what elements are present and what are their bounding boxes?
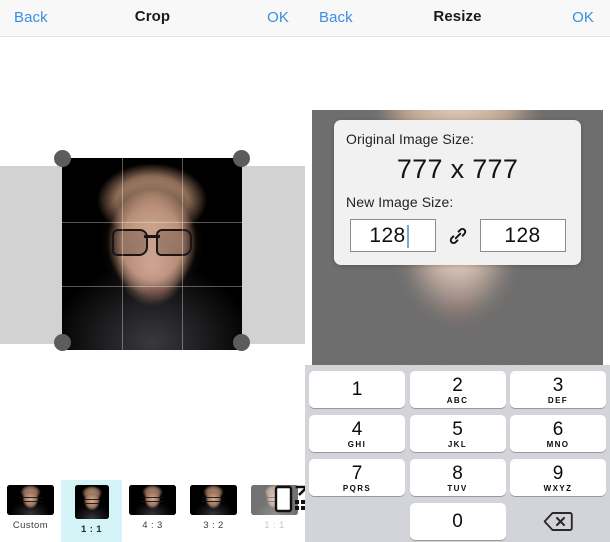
keypad-row: 1 2 ABC 3 DEF <box>309 371 606 408</box>
keypad-key-digit: 6 <box>552 418 564 440</box>
keypad-row: 4 GHI 5 JKL 6 MNO <box>309 415 606 452</box>
keypad-key-digit: 9 <box>552 462 564 484</box>
link-chain-icon[interactable] <box>446 224 470 248</box>
aspect-ratio-label: 3 : 2 <box>203 520 224 531</box>
height-input-value: 128 <box>504 223 541 247</box>
split-view-resize-icon[interactable] <box>274 484 305 514</box>
keypad-delete-key[interactable] <box>510 503 606 540</box>
resize-pane: Back Resize OK Original Image Size: 777 … <box>305 0 610 542</box>
crop-photo <box>62 158 242 350</box>
eyeglasses-graphic <box>112 229 192 257</box>
aspect-ratio-item-1[interactable]: 1 : 1 <box>61 480 122 542</box>
original-size-value: 777 x 777 <box>396 154 519 184</box>
keypad-key-letters: TUV <box>447 483 468 493</box>
aspect-ratio-item-4[interactable]: 1 : 1 <box>244 480 305 542</box>
keypad-key-7[interactable]: 7 PQRS <box>309 459 405 496</box>
thumbnail-photo <box>190 485 237 515</box>
crop-page-title: Crop <box>134 8 171 25</box>
thumbnail-eyeglasses-icon <box>83 498 100 504</box>
width-input[interactable]: 128 <box>349 219 436 252</box>
crop-frame[interactable] <box>62 158 242 350</box>
width-input-value: 128 <box>369 223 406 247</box>
resize-dialog-card: Original Image Size: 777 x 777 New Image… <box>334 120 581 265</box>
resize-page-title: Resize <box>433 8 482 25</box>
thumbnail-photo <box>74 485 109 519</box>
keypad-key-digit: 7 <box>351 462 363 484</box>
crop-handle-bottom-left[interactable] <box>54 334 71 351</box>
aspect-ratio-item-3[interactable]: 3 : 2 <box>183 480 244 542</box>
thumbnail-eyeglasses-icon <box>202 497 225 502</box>
keypad-key-0[interactable]: 0 <box>409 503 506 540</box>
aspect-ratio-item-0[interactable]: Custom <box>0 480 61 542</box>
keypad-key-digit: 0 <box>452 511 463 532</box>
new-size-input-row: 128 128 <box>346 219 569 252</box>
original-size-label: Original Image Size: <box>346 131 475 147</box>
aspect-ratio-label: 4 : 3 <box>142 520 163 531</box>
text-caret <box>407 225 409 248</box>
keypad-key-letters: WXYZ <box>543 483 573 493</box>
aspect-ratio-item-2[interactable]: 4 : 3 <box>122 480 183 542</box>
crop-gridline-vertical-1 <box>121 158 123 350</box>
keypad-key-5[interactable]: 5 JKL <box>409 415 506 452</box>
crop-navbar: Back Crop OK <box>0 0 305 37</box>
thumbnail-photo <box>129 485 176 515</box>
keypad-key-digit: 2 <box>452 374 463 396</box>
aspect-ratio-thumbnail <box>7 485 54 515</box>
aspect-ratio-label: 1 : 1 <box>80 524 102 535</box>
crop-gridline-horizontal-2 <box>62 285 242 287</box>
keypad-key-6[interactable]: 6 MNO <box>510 415 606 452</box>
aspect-ratio-thumbnail <box>190 485 237 515</box>
keypad-key-letters: PQRS <box>342 483 372 493</box>
thumbnail-photo <box>7 485 54 515</box>
aspect-ratio-label: 1 : 1 <box>264 520 285 531</box>
thumbnail-eyeglasses-icon <box>19 497 42 502</box>
new-size-label: New Image Size: <box>346 194 454 210</box>
keypad-key-digit: 5 <box>452 418 463 440</box>
keypad-key-digit: 3 <box>552 374 564 396</box>
keypad-key-8[interactable]: 8 TUV <box>409 459 506 496</box>
crop-gridline-horizontal-1 <box>62 221 242 223</box>
crop-handle-bottom-right[interactable] <box>233 334 250 351</box>
keypad-row: 7 PQRS 8 TUV 9 WXYZ <box>309 459 606 496</box>
resize-ok-button[interactable]: OK <box>572 9 594 26</box>
resize-photo-backdrop: Original Image Size: 777 x 777 New Image… <box>312 110 603 365</box>
keypad-key-letters: GHI <box>347 439 367 449</box>
keypad-key-2[interactable]: 2 ABC <box>409 371 506 408</box>
height-input[interactable]: 128 <box>479 219 566 252</box>
crop-pane: Back Crop OK Custom 1 : 1 4 : 3 3 : 2 1 : 1 <box>0 0 305 542</box>
keypad-key-4[interactable]: 4 GHI <box>309 415 405 452</box>
keypad-key-letters: ABC <box>446 395 469 405</box>
aspect-ratio-strip[interactable]: Custom 1 : 1 4 : 3 3 : 2 1 : 1 <box>0 480 305 542</box>
aspect-ratio-label: Custom <box>12 520 49 531</box>
keypad-key-letters: DEF <box>547 395 569 405</box>
keypad-key-9[interactable]: 9 WXYZ <box>510 459 606 496</box>
keypad-spacer <box>309 503 405 540</box>
keypad-key-3[interactable]: 3 DEF <box>510 371 606 408</box>
crop-gridline-vertical-2 <box>181 158 183 350</box>
resize-navbar: Back Resize OK <box>305 0 610 37</box>
keypad-key-digit: 4 <box>351 418 363 440</box>
aspect-ratio-thumbnail <box>74 485 109 519</box>
crop-handle-top-right[interactable] <box>233 150 250 167</box>
keypad-key-digit: 8 <box>452 462 463 484</box>
keypad-row: 0 <box>309 503 606 540</box>
aspect-ratio-thumbnail <box>129 485 176 515</box>
eyeglasses-bridge <box>144 235 160 238</box>
keypad-key-digit: 1 <box>351 379 363 400</box>
app-screen: Back Crop OK Custom 1 : 14 : 33 : 21 : 1 … <box>0 0 610 542</box>
crop-ok-button[interactable]: OK <box>267 9 289 26</box>
keypad-key-letters: JKL <box>447 439 468 449</box>
thumbnail-eyeglasses-icon <box>141 497 164 502</box>
keypad-key-1[interactable]: 1 <box>309 371 405 408</box>
keypad-key-letters: MNO <box>546 439 570 449</box>
crop-handle-top-left[interactable] <box>54 150 71 167</box>
numeric-keypad[interactable]: 1 2 ABC 3 DEF 4 GHI 5 JKL 6 MNO 7 PQRS 8 TUV 9 WXYZ 0 <box>305 365 610 542</box>
